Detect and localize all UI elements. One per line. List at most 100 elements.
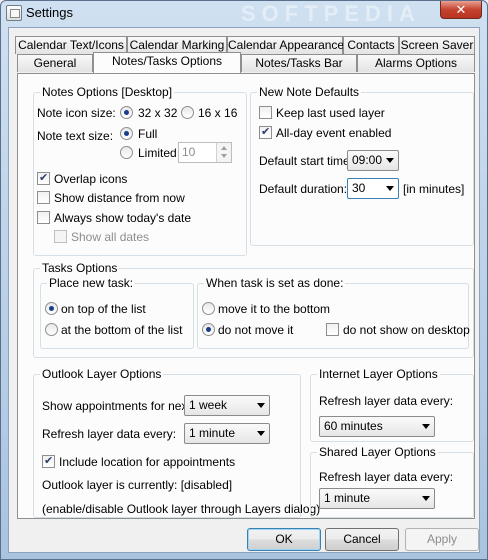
new-note-defaults-group: New Note Defaults Keep last used layer A… [250,85,474,246]
duration-dropdown[interactable]: 30 [347,178,399,199]
show-distance-checkbox[interactable] [37,191,50,204]
outlook-status-text: Outlook layer is currently: [disabled] [42,478,233,492]
tab-general[interactable]: General [17,54,93,72]
chevron-down-icon [257,403,265,408]
tab-notes-tasks-options[interactable]: Notes/Tasks Options [93,52,241,73]
icon-size-16-radio[interactable] [181,106,194,119]
stepper-buttons[interactable] [216,143,231,162]
outlook-layer-title: Outlook Layer Options [40,367,164,381]
tasks-options-group: Tasks Options Place new task: on top of … [33,261,474,358]
notes-tasks-options-panel: Notes Options [Desktop] Note icon size: … [17,73,475,519]
duration-value: 30 [352,181,366,195]
show-all-dates-label[interactable]: Show all dates [71,230,149,244]
watermark: SOFTPEDIA [241,1,421,26]
chevron-down-icon [257,431,265,436]
internet-layer-group: Internet Layer Options Refresh layer dat… [310,367,474,442]
include-location-label[interactable]: Include location for appointments [59,455,235,469]
outlook-hint-text: (enable/disable Outlook layer through La… [42,502,321,516]
tab-contacts[interactable]: Contacts [343,36,399,54]
icon-size-16-label[interactable]: 16 x 16 [198,106,237,120]
notes-options-title: Notes Options [Desktop] [40,85,175,99]
internet-refresh-value: 60 minutes [324,419,383,433]
show-appointments-label: Show appointments for next: [42,399,195,413]
internet-refresh-dropdown[interactable]: 60 minutes [319,416,435,437]
stepper-up-icon[interactable] [221,146,227,150]
tab-notes-tasks-bar[interactable]: Notes/Tasks Bar [241,54,357,72]
dialog-client-area: Calendar Text/Icons Calendar Marking Cal… [8,27,480,553]
place-top-radio[interactable] [45,302,58,315]
show-distance-label[interactable]: Show distance from now [54,191,185,205]
done-no-show-label[interactable]: do not show on desktop [343,323,470,337]
notes-options-group: Notes Options [Desktop] Note icon size: … [33,85,247,256]
ok-button[interactable]: OK [247,528,321,551]
chevron-down-icon [422,424,430,429]
close-button[interactable]: ✕ [440,1,482,19]
overlap-icons-label[interactable]: Overlap icons [54,172,127,186]
new-note-defaults-title: New Note Defaults [257,85,362,99]
chevron-down-icon [386,186,394,191]
text-size-full-radio[interactable] [120,127,133,140]
place-top-label[interactable]: on top of the list [61,302,146,316]
shared-refresh-label: Refresh layer data every: [319,470,454,484]
done-move-bottom-label[interactable]: move it to the bottom [218,302,330,316]
outlook-layer-group: Outlook Layer Options Show appointments … [33,367,320,518]
done-move-bottom-radio[interactable] [202,302,215,315]
shared-layer-title: Shared Layer Options [317,445,438,459]
start-time-label: Default start time: [259,154,354,168]
settings-window: Settings SOFTPEDIA ✕ Calendar Text/Icons… [0,0,488,560]
task-done-title: When task is set as done: [204,276,346,290]
task-done-group: When task is set as done: move it to the… [197,276,470,349]
icon-size-32-label[interactable]: 32 x 32 [138,106,177,120]
show-all-dates-checkbox[interactable] [54,230,67,243]
tasks-options-title: Tasks Options [40,261,120,275]
icon-size-32-radio[interactable] [120,106,133,119]
internet-layer-title: Internet Layer Options [317,367,440,381]
limited-value-stepper[interactable]: 10 [178,142,232,163]
tab-screen-saver[interactable]: Screen Saver [399,36,475,54]
done-no-move-label[interactable]: do not move it [218,323,293,337]
always-today-label[interactable]: Always show today's date [54,211,191,225]
apply-button[interactable]: Apply [405,528,479,551]
show-appointments-value: 1 week [189,398,228,412]
place-bottom-label[interactable]: at the bottom of the list [61,323,182,337]
text-size-full-label[interactable]: Full [138,127,157,141]
note-icon-size-label: Note icon size: [37,106,116,120]
title-bar: Settings SOFTPEDIA ✕ [1,1,487,26]
tab-alarms-options[interactable]: Alarms Options [357,54,475,72]
app-icon [6,5,22,21]
place-new-task-group: Place new task: on top of the list at th… [40,276,194,349]
outlook-refresh-dropdown[interactable]: 1 minute [184,423,270,444]
include-location-checkbox[interactable] [42,454,55,468]
all-day-checkbox[interactable] [259,125,272,139]
shared-refresh-dropdown[interactable]: 1 minute [319,488,435,509]
overlap-icons-checkbox[interactable] [37,171,50,185]
start-time-value: 09:00 [352,153,383,167]
place-new-task-title: Place new task: [47,276,136,290]
keep-last-layer-checkbox[interactable] [259,106,272,119]
all-day-label[interactable]: All-day event enabled [276,126,391,140]
outlook-refresh-value: 1 minute [189,426,236,440]
shared-refresh-value: 1 minute [324,491,371,505]
duration-unit-label: [in minutes] [403,182,465,196]
keep-last-layer-label[interactable]: Keep last used layer [276,106,385,120]
text-size-limited-label[interactable]: Limited [138,146,177,160]
always-today-checkbox[interactable] [37,211,50,224]
done-no-show-checkbox[interactable] [326,323,339,336]
duration-label: Default duration: [259,182,348,196]
outlook-refresh-label: Refresh layer data every: [42,427,177,441]
cancel-button[interactable]: Cancel [325,528,399,551]
window-title: Settings [26,5,73,20]
shared-layer-group: Shared Layer Options Refresh layer data … [310,445,474,518]
show-appointments-dropdown[interactable]: 1 week [184,395,270,416]
chevron-down-icon [422,496,430,501]
start-time-dropdown[interactable]: 09:00 [347,150,399,171]
stepper-down-icon[interactable] [221,154,227,158]
internet-refresh-label: Refresh layer data every: [319,394,454,408]
tab-calendar-appearance[interactable]: Calendar Appearance [227,36,344,54]
done-no-move-radio[interactable] [202,323,215,336]
note-text-size-label: Note text size: [37,129,114,143]
text-size-limited-radio[interactable] [120,146,133,159]
chevron-down-icon [386,158,394,163]
limited-value: 10 [182,145,196,159]
place-bottom-radio[interactable] [45,323,58,336]
